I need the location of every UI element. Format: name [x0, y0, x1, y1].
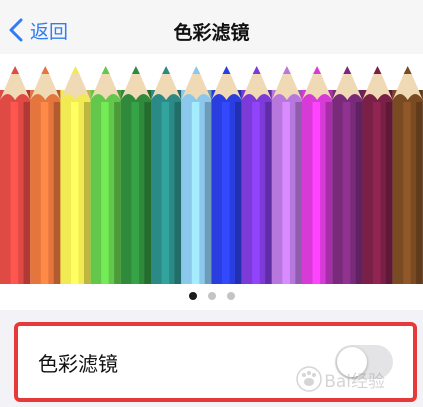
pencil [120, 66, 151, 284]
pencil [181, 66, 212, 284]
page-indicator[interactable] [0, 292, 423, 300]
page-dot[interactable] [207, 292, 216, 300]
paw-icon [296, 366, 322, 392]
navigation-bar: 返回 色彩滤镜 [0, 0, 423, 54]
color-filter-row[interactable]: 色彩滤镜 Bai经验 [14, 322, 417, 402]
pencil [241, 66, 272, 284]
pencil [30, 66, 61, 284]
pencil [392, 66, 423, 284]
color-filter-preview[interactable] [0, 54, 423, 310]
color-filter-label: 色彩滤镜 [38, 351, 118, 376]
pencil [362, 66, 393, 284]
pencils-image [0, 66, 423, 284]
page-title: 色彩滤镜 [173, 22, 250, 44]
pencil [211, 66, 242, 284]
pencil [332, 66, 363, 284]
filter-section: 色彩滤镜 Bai经验 [0, 310, 423, 407]
pencil [271, 66, 302, 284]
pencil [151, 66, 182, 284]
watermark-text: Bai经验 [324, 371, 385, 392]
pencil [90, 66, 121, 284]
page-dot[interactable] [188, 292, 197, 300]
pencil [0, 66, 31, 284]
page-dot[interactable] [226, 292, 235, 300]
pencil [302, 66, 333, 284]
watermark: Bai经验 [296, 366, 385, 392]
pencil [60, 66, 91, 284]
